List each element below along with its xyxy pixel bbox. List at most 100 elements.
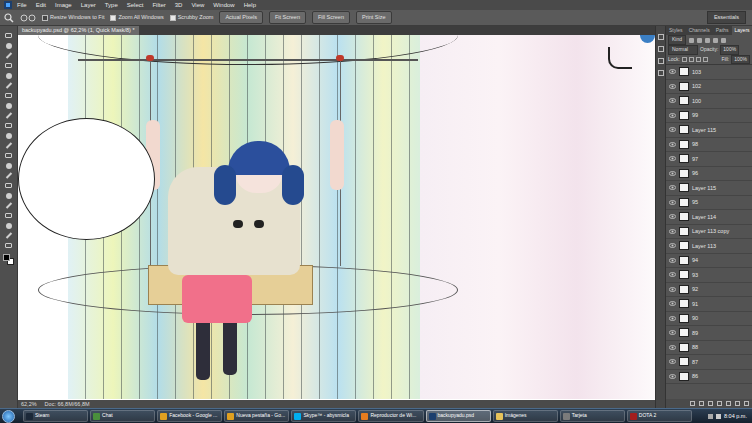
visibility-toggle[interactable] (668, 169, 676, 177)
tool-button[interactable] (4, 132, 13, 139)
filter-type-icon[interactable] (705, 38, 710, 43)
clock[interactable]: 8:04 p.m. (724, 412, 747, 420)
tool-button[interactable] (4, 242, 13, 249)
layer-name[interactable]: 96 (692, 169, 698, 177)
layer-row[interactable]: Layer 115 (666, 181, 752, 196)
layer-row[interactable]: 94 (666, 254, 752, 269)
visibility-toggle[interactable] (668, 285, 676, 293)
layer-name[interactable]: 103 (692, 68, 701, 76)
layer-name[interactable]: Layer 114 (692, 213, 716, 221)
visibility-toggle[interactable] (668, 372, 676, 380)
visibility-toggle[interactable] (668, 126, 676, 134)
panel-toggle-icon[interactable] (658, 46, 664, 52)
menu-item[interactable]: Edit (32, 2, 50, 8)
tool-button[interactable] (4, 152, 13, 159)
menu-item[interactable]: Type (101, 2, 122, 8)
checkbox-option[interactable]: Resize Windows to Fit (42, 13, 104, 21)
layer-name[interactable]: Layer 115 (692, 126, 716, 134)
layer-action-icon[interactable] (690, 401, 695, 406)
panel-tab[interactable]: Layers (732, 26, 752, 35)
menu-item[interactable]: Layer (77, 2, 100, 8)
layer-action-icon[interactable] (717, 401, 722, 406)
opacity-field[interactable]: 100% (720, 45, 739, 55)
layer-row[interactable]: Layer 113 copy (666, 225, 752, 240)
panel-tab[interactable]: Styles (666, 26, 686, 35)
layer-row[interactable]: 99 (666, 109, 752, 124)
layer-row[interactable]: 86 (666, 370, 752, 385)
layer-action-icon[interactable] (708, 401, 713, 406)
tool-button[interactable] (4, 232, 13, 239)
option-button[interactable]: Print Size (356, 11, 392, 23)
tool-button[interactable] (4, 42, 13, 49)
visibility-toggle[interactable] (668, 184, 676, 192)
layer-row[interactable]: 89 (666, 326, 752, 341)
zoom-level[interactable]: 62,2% (21, 400, 37, 408)
layer-name[interactable]: 100 (692, 97, 701, 105)
fill-field[interactable]: 100% (731, 55, 750, 65)
visibility-toggle[interactable] (668, 343, 676, 351)
tool-button[interactable] (4, 122, 13, 129)
checkbox-option[interactable]: Scrubby Zoom (170, 13, 214, 21)
visibility-toggle[interactable] (668, 329, 676, 337)
start-button[interactable] (2, 410, 15, 423)
layer-action-icon[interactable] (699, 401, 704, 406)
menu-item[interactable]: File (13, 2, 31, 8)
visibility-toggle[interactable] (668, 97, 676, 105)
color-swatches[interactable] (3, 254, 15, 266)
workspace-switcher[interactable]: Essentials (707, 11, 746, 23)
layer-name[interactable]: 99 (692, 111, 698, 119)
layer-row[interactable]: Layer 113 (666, 239, 752, 254)
layer-name[interactable]: 94 (692, 256, 698, 264)
tool-button[interactable] (4, 222, 13, 229)
tool-button[interactable] (4, 102, 13, 109)
menu-item[interactable]: Window (209, 2, 238, 8)
layer-name[interactable]: 95 (692, 198, 698, 206)
layer-row[interactable]: 98 (666, 138, 752, 153)
layer-action-icon[interactable] (735, 401, 740, 406)
visibility-toggle[interactable] (668, 358, 676, 366)
filter-type-icon[interactable] (697, 38, 702, 43)
layer-row[interactable]: 102 (666, 80, 752, 95)
checkbox-option[interactable]: Zoom All Windows (110, 13, 163, 21)
visibility-toggle[interactable] (668, 271, 676, 279)
filter-type-icon[interactable] (689, 38, 694, 43)
layer-name[interactable]: 91 (692, 300, 698, 308)
filter-type-icon[interactable] (721, 38, 726, 43)
visibility-toggle[interactable] (668, 242, 676, 250)
layer-name[interactable]: 97 (692, 155, 698, 163)
visibility-toggle[interactable] (668, 256, 676, 264)
layer-row[interactable]: 88 (666, 341, 752, 356)
layer-row[interactable]: Layer 115 (666, 123, 752, 138)
tool-button[interactable] (4, 52, 13, 59)
layer-action-icon[interactable] (744, 401, 749, 406)
layer-row[interactable]: 93 (666, 268, 752, 283)
tool-button[interactable] (4, 82, 13, 89)
tray-icon[interactable] (708, 414, 713, 419)
layer-name[interactable]: 86 (692, 372, 698, 380)
tool-button[interactable] (4, 212, 13, 219)
panel-toggle-icon[interactable] (658, 58, 664, 64)
taskbar-button[interactable]: Chat (90, 410, 155, 422)
filter-dropdown[interactable]: Kind (668, 35, 686, 45)
layer-action-icon[interactable] (726, 401, 731, 406)
panel-tab[interactable]: Paths (713, 26, 732, 35)
menu-item[interactable]: View (187, 2, 208, 8)
tool-button[interactable] (4, 32, 13, 39)
layer-row[interactable]: 96 (666, 167, 752, 182)
layer-row[interactable]: 103 (666, 65, 752, 80)
tool-button[interactable] (4, 72, 13, 79)
tool-button[interactable] (4, 112, 13, 119)
taskbar-button[interactable]: Imágenes (493, 410, 558, 422)
layer-row[interactable]: 92 (666, 283, 752, 298)
layer-name[interactable]: 102 (692, 82, 701, 90)
taskbar-button[interactable]: Facebook - Google ... (157, 410, 222, 422)
layer-row[interactable]: 100 (666, 94, 752, 109)
layer-row[interactable]: 90 (666, 312, 752, 327)
menu-item[interactable]: Help (240, 2, 260, 8)
visibility-toggle[interactable] (668, 300, 676, 308)
option-button[interactable]: Actual Pixels (219, 11, 263, 23)
menu-item[interactable]: Image (51, 2, 76, 8)
panel-tab[interactable]: Channels (686, 26, 713, 35)
lock-icon[interactable] (682, 57, 687, 62)
tool-button[interactable] (4, 182, 13, 189)
